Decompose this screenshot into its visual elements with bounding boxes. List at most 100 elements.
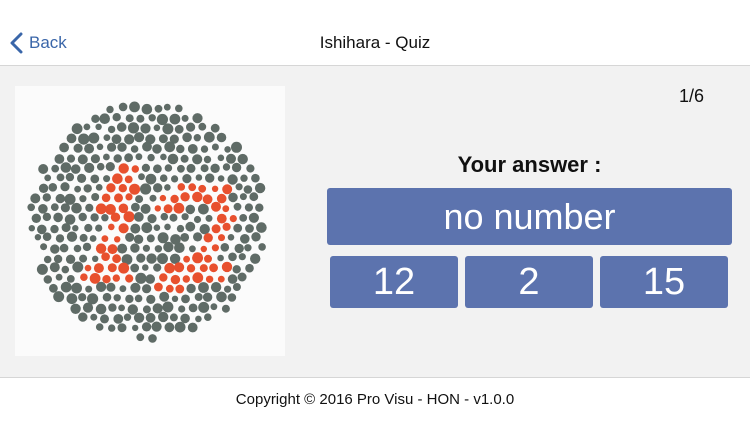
plate-dot xyxy=(151,321,162,332)
plate-dot xyxy=(173,202,185,214)
plate-dot xyxy=(106,105,114,114)
plate-dot xyxy=(163,204,173,214)
plate-dot xyxy=(102,292,112,302)
plate-dot xyxy=(101,252,110,261)
plate-dot xyxy=(181,294,190,304)
plate-dot xyxy=(96,281,107,292)
plate-dot xyxy=(255,203,264,212)
plate-dot xyxy=(133,234,144,244)
plate-dot xyxy=(72,225,79,232)
plate-dot xyxy=(135,153,143,161)
plate-dot xyxy=(95,224,103,232)
plate-dot xyxy=(224,285,232,293)
plate-dot xyxy=(55,234,65,243)
plate-dot xyxy=(187,322,198,333)
plate-dot xyxy=(42,212,52,222)
plate-dot xyxy=(82,242,92,252)
plate-dot xyxy=(95,323,104,331)
plate-dot xyxy=(222,222,231,231)
plate-dot xyxy=(251,232,261,242)
plate-dot xyxy=(226,153,236,164)
plate-dot xyxy=(96,143,104,151)
plate-dot xyxy=(210,163,220,173)
plate-dot xyxy=(84,264,92,272)
plate-dot xyxy=(250,253,261,264)
plate-dot xyxy=(124,153,133,163)
plate-dot xyxy=(222,184,233,195)
plate-dot xyxy=(66,231,78,242)
plate-dot xyxy=(71,123,83,135)
plate-dot xyxy=(117,323,127,333)
plate-dot xyxy=(162,123,174,135)
plate-dot xyxy=(103,134,111,141)
plate-dot xyxy=(164,223,171,231)
plate-dot xyxy=(112,254,121,264)
plate-dot xyxy=(192,113,203,124)
answer-button-no-number[interactable]: no number xyxy=(327,188,732,245)
answer-button-15[interactable]: 15 xyxy=(600,256,728,308)
plate-dot xyxy=(199,224,210,235)
plate-dot xyxy=(61,265,70,274)
plate-dot xyxy=(198,184,207,193)
plate-dot xyxy=(125,274,134,283)
plate-dot xyxy=(107,263,117,273)
plate-dot xyxy=(258,243,266,251)
copyright-text: Copyright © 2016 Pro Visu - HON - v1.0.0 xyxy=(235,391,515,408)
plate-dot xyxy=(28,225,35,232)
plate-dot xyxy=(178,305,186,313)
plate-dot xyxy=(107,244,118,255)
plate-dot xyxy=(154,245,163,253)
plate-dot xyxy=(160,212,169,221)
plate-dot xyxy=(239,193,247,201)
plate-dot xyxy=(152,303,163,314)
plate-dot xyxy=(106,183,116,193)
plate-dot xyxy=(136,253,146,263)
plate-dot xyxy=(91,114,100,123)
answer-button-2[interactable]: 2 xyxy=(465,256,593,308)
plate-dot xyxy=(176,144,185,154)
plate-dot xyxy=(124,175,133,184)
plate-dot xyxy=(90,154,100,164)
plate-dot xyxy=(227,174,238,185)
plate-dot xyxy=(153,164,162,174)
plate-dot xyxy=(49,283,58,293)
plate-dot xyxy=(61,223,71,233)
plate-dot xyxy=(217,275,225,283)
plate-dot xyxy=(134,132,145,143)
plate-dot xyxy=(189,245,196,253)
plate-dot xyxy=(140,183,152,195)
plate-dot xyxy=(78,212,87,222)
plate-dot xyxy=(119,285,127,293)
plate-dot xyxy=(198,122,207,131)
plate-dot xyxy=(180,233,190,242)
plate-dot xyxy=(89,235,97,242)
plate-dot xyxy=(171,175,179,183)
plate-dot xyxy=(50,203,59,211)
plate-dot xyxy=(83,184,92,193)
plate-dot xyxy=(187,144,198,154)
plate-dot xyxy=(211,244,219,252)
quiz-content: 1/6 Your answer : no number 12 2 15 xyxy=(0,66,750,377)
plate-dot xyxy=(108,223,115,231)
plate-dot xyxy=(138,173,145,181)
plate-dot xyxy=(211,143,219,151)
answer-button-12[interactable]: 12 xyxy=(330,256,458,308)
plate-dot xyxy=(159,174,168,182)
plate-dot xyxy=(90,313,98,321)
plate-dot xyxy=(239,214,248,222)
plate-dot xyxy=(140,203,151,214)
plate-dot xyxy=(251,173,260,183)
plate-dot xyxy=(55,273,63,281)
plate-dot xyxy=(154,104,163,113)
plate-dot xyxy=(108,324,116,332)
plate-dot xyxy=(78,133,90,145)
plate-dot xyxy=(53,254,63,264)
plate-dot xyxy=(162,301,174,313)
plate-dot xyxy=(182,174,192,184)
plate-dot xyxy=(217,175,225,182)
plate-dot xyxy=(34,234,42,241)
plate-dot xyxy=(78,293,87,302)
plate-dot xyxy=(238,253,246,261)
plate-dot xyxy=(140,123,151,134)
plate-dot xyxy=(37,224,47,235)
